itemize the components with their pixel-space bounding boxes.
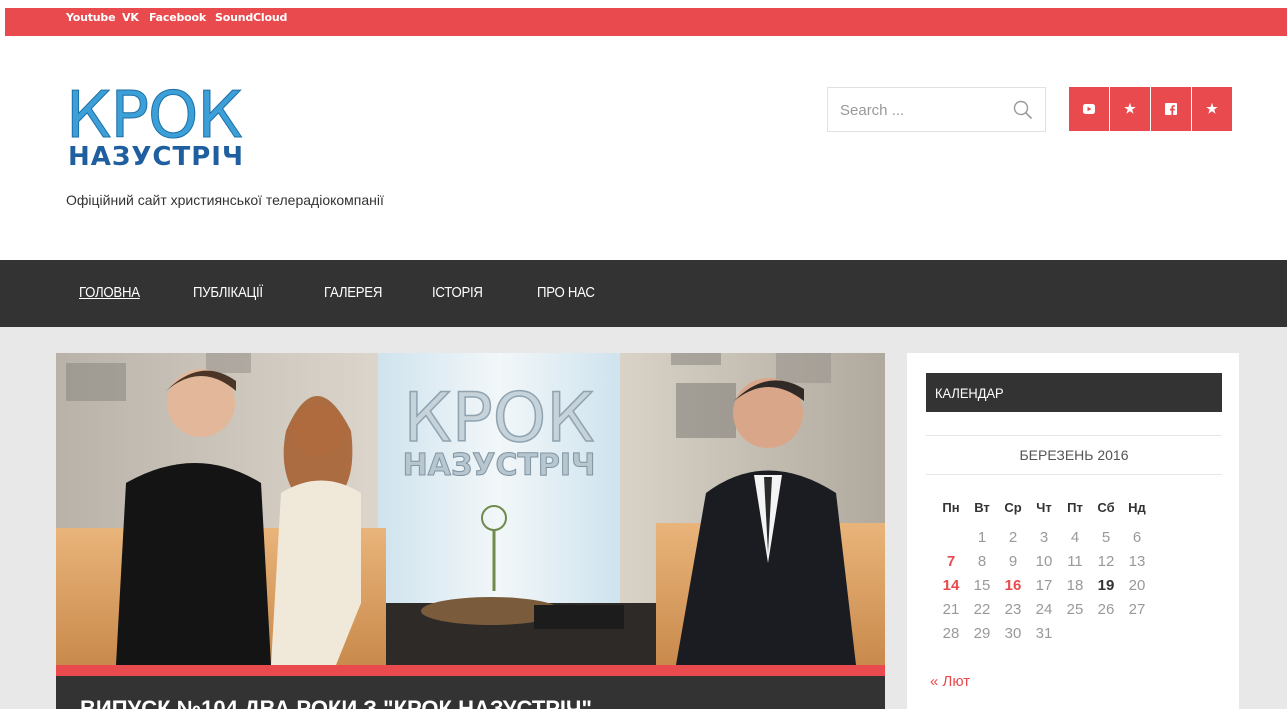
featured-post-accent-line <box>56 665 885 676</box>
calendar-day: 17 <box>1035 577 1053 594</box>
calendar-day: 24 <box>1035 601 1053 618</box>
search-form <box>827 87 1046 132</box>
social-star-button-1[interactable]: ★ <box>1110 87 1150 131</box>
nav-item-publications[interactable]: ПУБЛІКАЦІЇ <box>193 284 263 301</box>
calendar-day[interactable]: 19 <box>1091 577 1121 594</box>
calendar-day: 10 <box>1035 553 1053 570</box>
calendar-day: 30 <box>1004 625 1022 642</box>
calendar-day[interactable]: 16 <box>998 577 1028 594</box>
calendar-day: 9 <box>1008 553 1018 570</box>
calendar-weekday: Пт <box>1067 500 1083 515</box>
topbar-link-facebook[interactable]: Facebook <box>149 11 206 24</box>
calendar-day: 27 <box>1128 601 1146 618</box>
studio-sign-line-1: КРОК <box>403 379 594 458</box>
studio-photo-illustration: КРОК НАЗУСТРІЧ <box>56 353 885 665</box>
calendar-day: 15 <box>973 577 991 594</box>
nav-item-about[interactable]: ПРО НАС <box>537 284 595 301</box>
topbar-link-soundcloud[interactable]: SoundCloud <box>215 11 287 24</box>
nav-item-gallery[interactable]: ГАЛЕРЕЯ <box>324 284 382 301</box>
facebook-icon <box>1165 103 1177 115</box>
widget-title: КАЛЕНДАР <box>935 385 1004 401</box>
featured-post-title[interactable]: ВИПУСК №104 ДВА РОКИ З "КРОК НАЗУСТРІЧ" <box>80 696 592 709</box>
calendar-day: 26 <box>1097 601 1115 618</box>
sidebar-calendar-widget: КАЛЕНДАР БЕРЕЗЕНЬ 2016 Пн Вт Ср Чт Пт Сб Нд 12… <box>907 353 1239 709</box>
search-input[interactable] <box>840 99 1000 121</box>
calendar-day: 4 <box>1070 529 1080 546</box>
calendar-caption: БЕРЕЗЕНЬ 2016 <box>1019 447 1129 463</box>
topbar-link-youtube[interactable]: Youtube <box>66 11 116 24</box>
calendar-day: 29 <box>973 625 991 642</box>
calendar-day: 6 <box>1132 529 1142 546</box>
calendar-weekday: Чт <box>1036 500 1052 515</box>
calendar-day: 23 <box>1004 601 1022 618</box>
studio-sign-line-2: НАЗУСТРІЧ <box>403 448 596 483</box>
calendar-day: 22 <box>973 601 991 618</box>
social-facebook-button[interactable] <box>1151 87 1191 131</box>
logo-line-1: КРОК <box>66 79 244 153</box>
nav-item-history[interactable]: ІСТОРІЯ <box>432 284 483 301</box>
social-star-button-2[interactable]: ★ <box>1192 87 1232 131</box>
calendar-day: 1 <box>977 529 987 546</box>
calendar-weekday: Вт <box>974 500 990 515</box>
calendar-day: 20 <box>1128 577 1146 594</box>
calendar-weekday: Пн <box>942 500 960 515</box>
calendar-day[interactable]: 14 <box>936 577 966 594</box>
calendar-day: 8 <box>977 553 987 570</box>
calendar-day[interactable]: 7 <box>936 553 966 570</box>
site-logo[interactable]: КРОК НАЗУСТРІЧ <box>66 84 266 184</box>
calendar-day: 3 <box>1039 529 1049 546</box>
calendar-prev-month-link[interactable]: « Лют <box>930 673 970 690</box>
featured-post-image[interactable]: КРОК НАЗУСТРІЧ <box>56 353 885 665</box>
search-icon[interactable] <box>1013 100 1033 120</box>
calendar-weekday: Нд <box>1128 500 1146 515</box>
logo-line-2: НАЗУСТРІЧ <box>68 142 244 172</box>
calendar-day: 13 <box>1128 553 1146 570</box>
calendar-day: 25 <box>1066 601 1084 618</box>
top-social-bar: Youtube VK Facebook SoundCloud <box>5 8 1287 36</box>
calendar-divider-top <box>926 435 1222 436</box>
calendar-day: 18 <box>1066 577 1084 594</box>
calendar-day: 5 <box>1101 529 1111 546</box>
calendar-day: 31 <box>1035 625 1053 642</box>
site-tagline: Офіційний сайт християнської телерадіоко… <box>66 192 384 208</box>
nav-item-home[interactable]: ГОЛОВНА <box>79 284 140 301</box>
main-navigation: ГОЛОВНА ПУБЛІКАЦІЇ ГАЛЕРЕЯ ІСТОРІЯ ПРО Н… <box>0 260 1287 327</box>
calendar-day: 28 <box>942 625 960 642</box>
star-icon: ★ <box>1206 101 1218 116</box>
topbar-link-vk[interactable]: VK <box>122 11 139 24</box>
calendar-weekday: Ср <box>1004 500 1022 515</box>
calendar-weekday: Сб <box>1097 500 1115 515</box>
featured-post-title-bar[interactable]: ВИПУСК №104 ДВА РОКИ З "КРОК НАЗУСТРІЧ" <box>56 676 885 709</box>
social-youtube-button[interactable] <box>1069 87 1109 131</box>
star-icon: ★ <box>1124 101 1136 116</box>
calendar-day: 2 <box>1008 529 1018 546</box>
calendar-day: 12 <box>1097 553 1115 570</box>
calendar-day: 21 <box>942 601 960 618</box>
calendar-day: 11 <box>1067 553 1083 570</box>
youtube-icon <box>1083 104 1095 114</box>
widget-title-bar: КАЛЕНДАР <box>926 373 1222 412</box>
calendar-divider-caption <box>926 474 1222 475</box>
